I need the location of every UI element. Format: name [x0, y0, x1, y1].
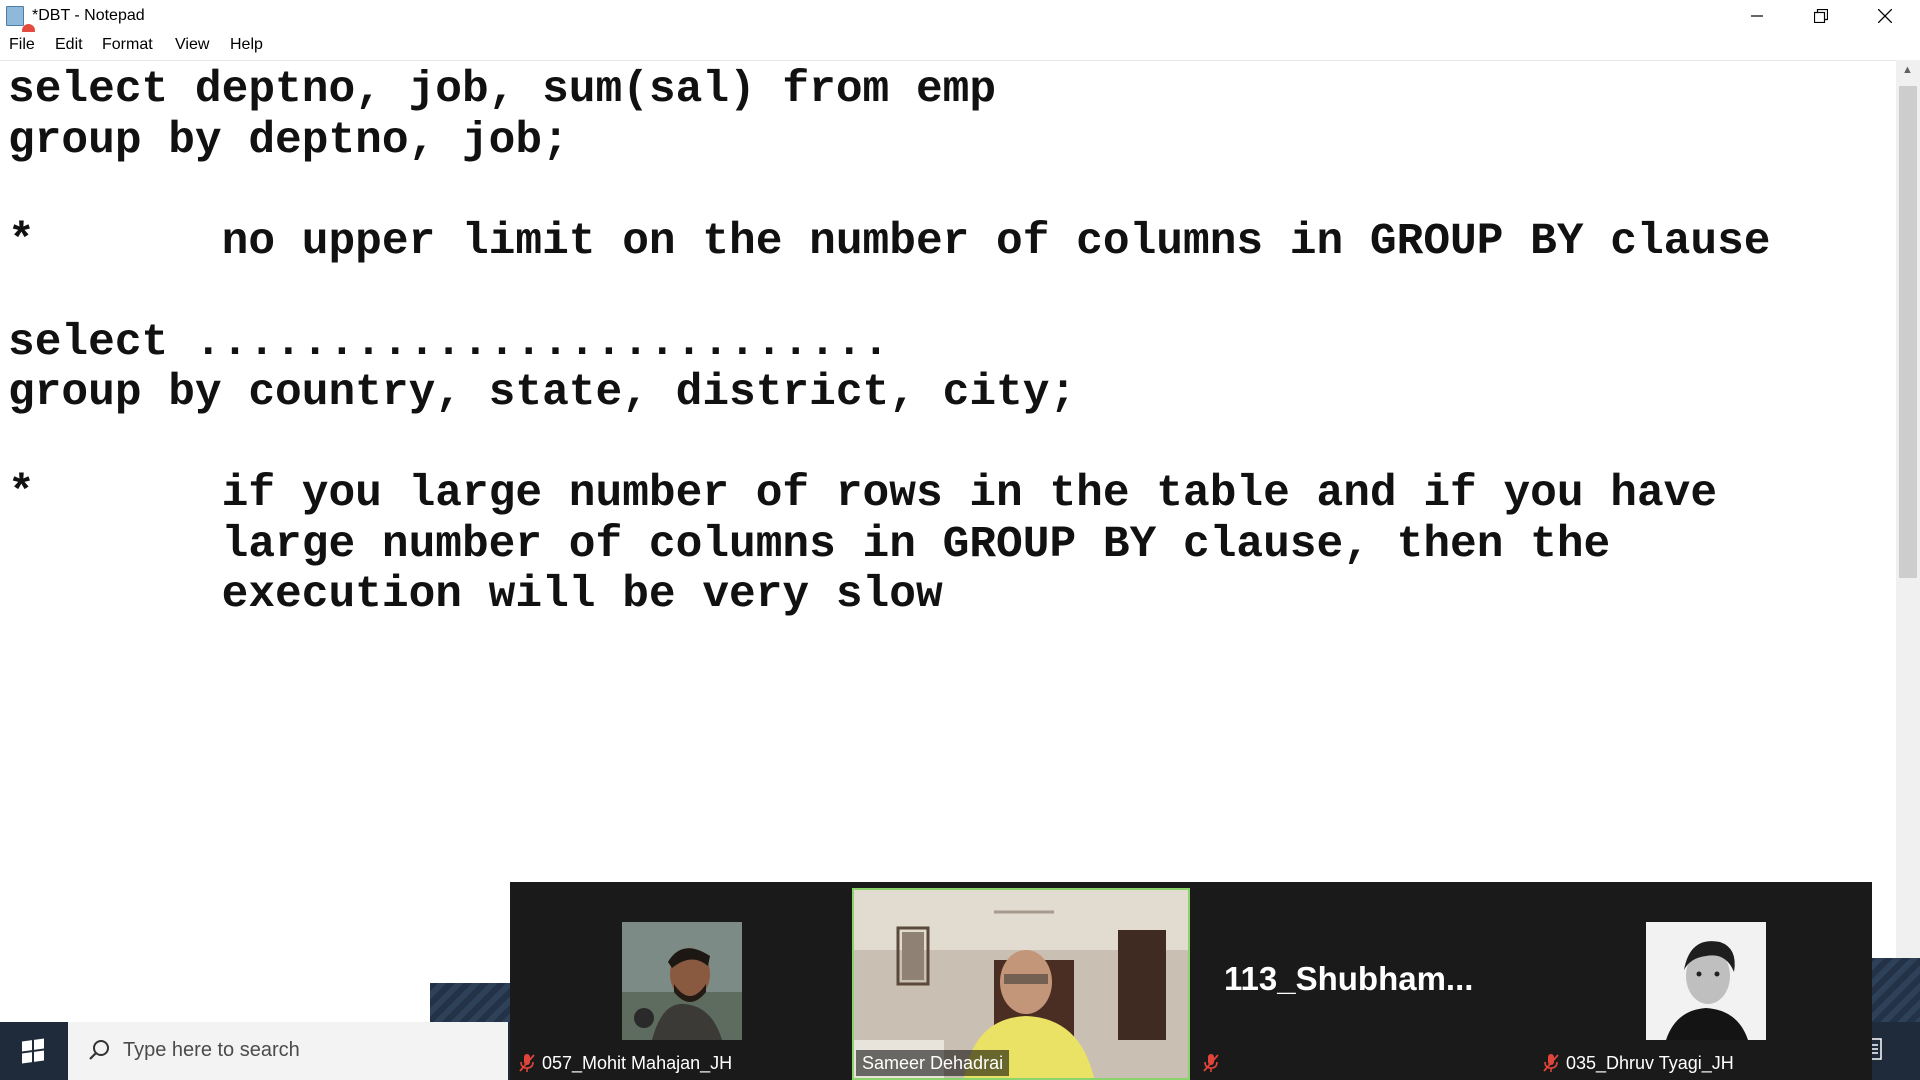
participant-name: 057_Mohit Mahajan_JH [542, 1052, 733, 1073]
mic-muted-icon [519, 1054, 535, 1072]
participant-display-name: 113_Shubham... [1224, 960, 1474, 997]
participant-name-label: 035_Dhruv Tyagi_JH [1542, 1050, 1734, 1076]
participant-photo [622, 922, 742, 1040]
participant-name-label: Sameer Dehadrai [856, 1050, 1010, 1076]
vertical-scrollbar[interactable]: ▲ [1896, 60, 1920, 1022]
restore-icon [1814, 9, 1828, 23]
restore-button[interactable] [1789, 0, 1853, 32]
search-placeholder: Type here to search [123, 1039, 300, 1061]
minimize-icon [1751, 15, 1763, 17]
scrollbar-thumb[interactable] [1899, 86, 1917, 578]
meeting-video-strip: 057_Mohit Mahajan_JH Sameer Dehadrai 113… [510, 882, 1872, 1080]
close-icon [1878, 9, 1892, 23]
scroll-up-icon[interactable]: ▲ [1902, 64, 1913, 76]
desktop-background-strip-right [1868, 958, 1920, 1022]
editor-text[interactable]: select deptno, job, sum(sal) from emp gr… [8, 65, 1771, 621]
search-icon [89, 1040, 109, 1060]
minimize-button[interactable] [1725, 0, 1789, 32]
participant-status [1202, 1050, 1220, 1076]
participant-tile-no-video[interactable]: 113_Shubham... [1194, 888, 1532, 1080]
participant-name: 035_Dhruv Tyagi_JH [1566, 1052, 1734, 1073]
text-editor[interactable]: select deptno, job, sum(sal) from emp gr… [0, 60, 1896, 1023]
menu-bar: File Edit Format View Help [0, 32, 1920, 58]
mic-muted-icon [1543, 1054, 1559, 1072]
menu-file[interactable]: File [9, 36, 35, 54]
participant-tile[interactable]: 057_Mohit Mahajan_JH [510, 888, 848, 1080]
menu-view[interactable]: View [175, 36, 209, 54]
participant-name: Sameer Dehadrai [862, 1052, 1004, 1073]
menu-edit[interactable]: Edit [55, 36, 83, 54]
participant-name-label: 057_Mohit Mahajan_JH [518, 1050, 732, 1076]
active-speaker-tile[interactable]: Sameer Dehadrai [852, 888, 1190, 1080]
participant-tile[interactable]: 035_Dhruv Tyagi_JH [1534, 888, 1872, 1080]
title-bar: *DBT - Notepad [0, 0, 1920, 37]
window-title: *DBT - Notepad [32, 7, 145, 24]
close-button[interactable] [1853, 0, 1917, 32]
taskbar-search-box[interactable]: Type here to search [68, 1022, 508, 1080]
windows-logo-icon [22, 1038, 44, 1064]
notepad-app-icon[interactable] [6, 6, 35, 37]
menu-format[interactable]: Format [102, 36, 153, 54]
participant-photo [1646, 922, 1766, 1040]
mic-muted-icon [1203, 1054, 1219, 1072]
menu-help[interactable]: Help [230, 36, 263, 54]
start-button[interactable] [0, 1022, 66, 1080]
desktop-background-strip [430, 983, 510, 1022]
